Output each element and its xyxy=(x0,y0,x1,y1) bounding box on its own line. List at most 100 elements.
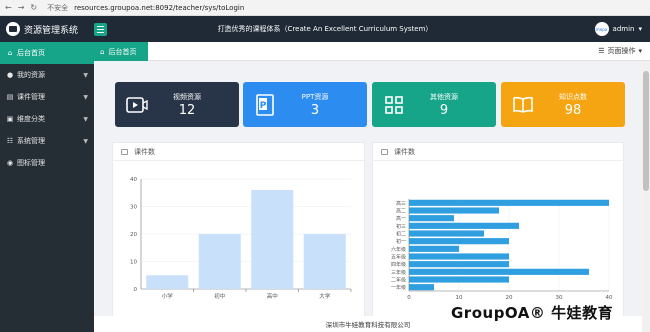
bar xyxy=(146,275,189,289)
sidebar-item-home[interactable]: ⌂ 后台首页 xyxy=(0,42,94,64)
panel-title: 课件数 xyxy=(134,147,155,156)
y-tick-label: 五年级 xyxy=(391,254,406,261)
bar xyxy=(198,234,241,289)
sidebar-item-label: 后台首页 xyxy=(17,49,45,57)
bar xyxy=(409,199,609,206)
stat-card-knowledge[interactable]: 知识点数 98 xyxy=(501,82,625,127)
app-logo[interactable]: 资源管理系统 xyxy=(0,16,94,42)
sidebar-item-category[interactable]: ▣ 维度分类 ▼ xyxy=(0,108,94,130)
y-tick-label: 30 xyxy=(130,205,137,211)
chevron-down-icon: ▼ xyxy=(83,71,88,79)
scrollbar-thumb[interactable] xyxy=(643,71,649,191)
y-tick-label: 高二 xyxy=(396,208,406,215)
grid-icon xyxy=(382,94,406,116)
courseware-icon: ▤ xyxy=(6,93,14,101)
x-tick-label: 40 xyxy=(606,295,613,301)
y-tick-label: 40 xyxy=(130,177,137,183)
x-tick-label: 初中 xyxy=(214,292,225,300)
bar xyxy=(409,215,454,222)
sidebar-item-system[interactable]: ☷ 系统管理 ▼ xyxy=(0,130,94,152)
watermark: GroupOA® 牛娃教育 xyxy=(451,304,614,322)
sidebar-item-label: 图标管理 xyxy=(17,159,45,167)
sidebar: ⌂ 后台首页 ● 我的资源 ▼ ▤ 课件管理 ▼ ▣ 维度分类 ▼ ☷ 系统管理 ▼ ◉ 图标管理 xyxy=(0,42,94,332)
top-header: 资源管理系统 打造优秀的课程体系（Create An Excellent Cur… xyxy=(0,16,650,42)
bar xyxy=(409,261,509,268)
x-tick-label: 小学 xyxy=(162,292,174,300)
bar xyxy=(409,284,434,291)
y-tick-label: 高一 xyxy=(396,215,406,222)
category-icon: ▣ xyxy=(6,115,14,123)
page-operations-button[interactable]: ☰ 页面操作 ▾ xyxy=(598,46,642,56)
sidebar-item-label: 我的资源 xyxy=(17,71,45,79)
chart-vertical-bar: 0 10 20 30 40 小学 初中 高中 大学 xyxy=(130,177,352,300)
x-tick-label: 高中 xyxy=(267,292,278,300)
panel-courseware-vertical: 课件数 0 10 20 30 40 小学 初中 高中 大学 xyxy=(112,142,365,322)
x-tick-label: 30 xyxy=(556,295,563,301)
logo-icon xyxy=(6,22,20,36)
sidebar-item-my-resources[interactable]: ● 我的资源 ▼ xyxy=(0,64,94,86)
bar xyxy=(409,245,459,252)
card-value: 12 xyxy=(178,102,196,118)
page-op-label: 页面操作 xyxy=(607,47,636,55)
back-icon[interactable]: ← xyxy=(5,3,12,12)
reload-icon[interactable]: ↻ xyxy=(30,3,37,12)
stat-card-video[interactable]: 视频资源 12 xyxy=(115,82,239,127)
card-value: 3 xyxy=(310,102,320,118)
chart-horizontal-bar: 0 10 20 30 40 一年级二年级三年级四年级五年级六年级初一初二初三高一高二高三 xyxy=(391,199,613,301)
panel-title: 课件数 xyxy=(394,147,415,156)
card-label: 知识点数 xyxy=(559,92,587,101)
stat-card-other[interactable]: 其他资源 9 xyxy=(372,82,496,127)
panel-icon xyxy=(381,148,388,155)
y-tick-label: 初三 xyxy=(396,223,406,230)
tab-label: 后台首页 xyxy=(108,47,137,56)
card-label: PPT资源 xyxy=(301,92,329,101)
sidebar-item-label: 维度分类 xyxy=(17,115,45,123)
sidebar-item-label: 系统管理 xyxy=(17,137,45,145)
bar xyxy=(409,230,484,237)
user-menu[interactable]: mepa admin ▾ xyxy=(594,22,642,36)
app-title: 资源管理系统 xyxy=(24,25,79,36)
y-tick-label: 一年级 xyxy=(391,284,406,291)
menu-toggle-icon[interactable] xyxy=(94,22,107,36)
bar xyxy=(409,253,509,260)
x-tick-label: 10 xyxy=(456,295,463,301)
y-tick-label: 0 xyxy=(134,287,138,293)
user-icon: ● xyxy=(6,71,14,79)
y-tick-label: 10 xyxy=(130,260,137,266)
panel-courseware-horizontal: 课件数 0 10 20 30 40 一年级 二年级 三年级 四年级 五年级 六年级 初一 初二 初三 高一高… xyxy=(372,142,624,322)
bar xyxy=(409,207,499,214)
y-tick-label: 六年级 xyxy=(391,246,406,253)
chevron-down-icon: ▼ xyxy=(83,137,88,145)
chevron-down-icon: ▼ xyxy=(83,93,88,101)
avatar: mepa xyxy=(594,22,609,36)
username: admin xyxy=(612,25,635,33)
card-label: 视频资源 xyxy=(173,92,201,101)
security-status[interactable]: 不安全 xyxy=(47,3,68,13)
card-value: 98 xyxy=(564,102,582,118)
sidebar-item-courseware[interactable]: ▤ 课件管理 ▼ xyxy=(0,86,94,108)
forward-icon[interactable]: → xyxy=(18,3,25,12)
bar xyxy=(409,268,589,275)
card-label: 其他资源 xyxy=(430,92,458,101)
tab-home[interactable]: ⌂ 后台首页 xyxy=(94,42,148,61)
x-tick-label: 20 xyxy=(506,295,513,301)
chevron-down-icon: ▾ xyxy=(638,25,642,33)
card-value: 9 xyxy=(439,102,449,118)
x-tick-label: 大学 xyxy=(319,292,331,300)
bar xyxy=(251,190,294,289)
browser-bar: ← → ↻ 不安全 resources.groupoa.net:8092/teach… xyxy=(0,0,650,16)
address-bar[interactable]: resources.groupoa.net:8092/teacher/sys/t… xyxy=(74,4,244,12)
svg-text:P: P xyxy=(260,101,267,111)
book-icon xyxy=(511,94,535,116)
tab-bar: ⌂ 后台首页 ☰ 页面操作 ▾ xyxy=(94,42,650,61)
sidebar-item-icons[interactable]: ◉ 图标管理 xyxy=(0,152,94,174)
bar xyxy=(303,234,346,289)
y-tick-label: 二年级 xyxy=(391,277,406,284)
bar xyxy=(409,276,509,283)
scrollbar[interactable] xyxy=(642,61,650,332)
panel-icon xyxy=(121,148,128,155)
icon-manage-icon: ◉ xyxy=(6,159,14,167)
stat-card-ppt[interactable]: P PPT资源 3 xyxy=(243,82,367,127)
x-tick-label: 0 xyxy=(407,295,411,301)
home-icon: ⌂ xyxy=(7,49,13,57)
